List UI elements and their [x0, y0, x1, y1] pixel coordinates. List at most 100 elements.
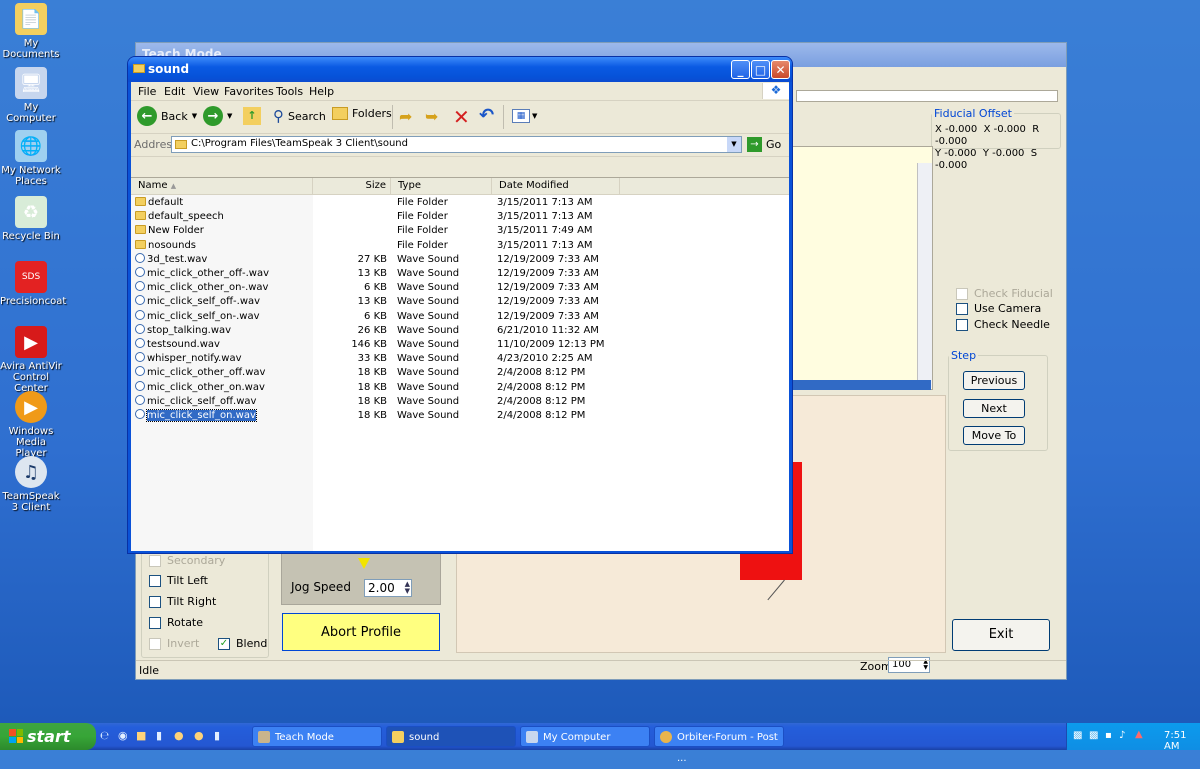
file-row[interactable]: mic_click_other_on-.wav 6 KB Wave Sound 12/…	[131, 281, 789, 295]
file-row[interactable]: default File Folder 3/15/2011 7:13 AM	[131, 196, 789, 210]
window-title: sound	[148, 62, 190, 76]
tray-icon[interactable]: ▩	[1089, 730, 1098, 741]
menu-help[interactable]: Help	[309, 85, 334, 98]
menu-edit[interactable]: Edit	[164, 85, 185, 98]
desktop-icon-label: Precisioncoat	[0, 296, 67, 307]
chevron-down-icon[interactable]: ▼	[532, 112, 537, 120]
file-row[interactable]: mic_click_other_on.wav 18 KB Wave Sound 2/4…	[131, 380, 789, 395]
tray-icon[interactable]: ▪	[1105, 730, 1112, 741]
task-my-computer[interactable]: My Computer	[520, 726, 650, 747]
move-to-icon[interactable]: ➦	[399, 107, 412, 126]
forward-button[interactable]: → ▼	[203, 106, 232, 126]
file-list[interactable]: Name ▲ Size Type Date Modified default Fi…	[131, 177, 789, 551]
copy-to-icon[interactable]: ➥	[425, 107, 438, 126]
rotate-checkbox[interactable]: Rotate	[149, 616, 203, 629]
task-orbiter-forum[interactable]: Orbiter-Forum - Post ...	[654, 726, 784, 764]
file-row[interactable]: mic_click_self_on.wav 18 KB Wave Sound 2/4/…	[131, 409, 789, 423]
tilt-left-checkbox[interactable]: Tilt Left	[149, 574, 208, 587]
desktop-icon-my-documents[interactable]: 📄 My Documents	[0, 3, 62, 60]
desktop-icon-teamspeak[interactable]: ♫ TeamSpeak 3 Client	[0, 456, 62, 513]
close-button[interactable]: ✕	[771, 60, 790, 79]
undo-icon[interactable]: ↶	[479, 105, 494, 126]
file-row[interactable]: mic_click_self_off-.wav 13 KB Wave Sound 12…	[131, 295, 789, 309]
file-row[interactable]: whisper_notify.wav 33 KB Wave Sound 4/23/20…	[131, 352, 789, 366]
maximize-button[interactable]: □	[751, 60, 770, 79]
previous-button[interactable]: Previous	[963, 371, 1025, 390]
search-label: Search	[288, 109, 326, 123]
column-header-modified[interactable]: Date Modified	[492, 178, 620, 194]
folders-button[interactable]: Folders	[332, 107, 392, 120]
file-row[interactable]: mic_click_other_off-.wav 13 KB Wave Sound 1…	[131, 267, 789, 281]
chevron-down-icon[interactable]: ▼	[192, 112, 197, 120]
explorer-title-bar[interactable]: sound _ □ ✕	[128, 57, 792, 82]
file-name: mic_click_other_on.wav	[135, 380, 265, 395]
chevron-down-icon[interactable]: ▼	[727, 137, 741, 152]
fiducial-offset-group: Fiducial Offset X -0.000 X -0.000 R -0.0…	[931, 107, 1061, 171]
check-needle-checkbox[interactable]: Check Needle	[956, 318, 1050, 331]
network-icon[interactable]: ▩	[1073, 730, 1082, 741]
menu-bar: File Edit View Favorites Tools Help ❖	[131, 82, 789, 101]
desktop-icon-avira[interactable]: ▶ Avira AntiVir Control Center	[0, 326, 62, 394]
column-header-type[interactable]: Type	[391, 178, 492, 194]
chrome-icon[interactable]: ●	[174, 729, 184, 742]
quicklaunch-icon[interactable]: ▮	[214, 729, 220, 742]
desktop-icon-recycle-bin[interactable]: ♻ Recycle Bin	[0, 196, 62, 242]
scrollbar[interactable]	[917, 163, 932, 388]
file-row[interactable]: testsound.wav 146 KB Wave Sound 11/10/2009 …	[131, 338, 789, 352]
desktop-icon-my-network-places[interactable]: 🌐 My Network Places	[0, 130, 62, 187]
next-button[interactable]: Next	[963, 399, 1025, 418]
address-input[interactable]: C:\Program Files\TeamSpeak 3 Client\soun…	[171, 136, 742, 153]
file-row[interactable]: New Folder File Folder 3/15/2011 7:49 AM	[131, 224, 789, 238]
search-icon: ⚲	[273, 107, 284, 125]
search-button[interactable]: ⚲ Search	[273, 107, 326, 125]
task-teach-mode[interactable]: Teach Mode	[252, 726, 382, 747]
spinner-arrows-icon[interactable]: ▲ ▼	[405, 581, 410, 595]
file-row[interactable]: 3d_test.wav 27 KB Wave Sound 12/19/2009 7:3…	[131, 252, 789, 267]
menu-view[interactable]: View	[193, 85, 219, 98]
quicklaunch-icon[interactable]: ■	[136, 729, 146, 742]
checkbox-label: Invert	[167, 637, 200, 650]
column-header-name[interactable]: Name ▲	[131, 178, 313, 194]
menu-file[interactable]: File	[138, 85, 156, 98]
move-to-button[interactable]: Move To	[963, 426, 1025, 445]
jog-speed-label: Jog Speed	[291, 580, 351, 594]
task-sound[interactable]: sound	[386, 726, 516, 747]
volume-icon[interactable]: ♪	[1119, 730, 1125, 741]
tilt-right-checkbox[interactable]: Tilt Right	[149, 595, 216, 608]
use-camera-checkbox[interactable]: Use Camera	[956, 302, 1041, 315]
jog-speed-input[interactable]: 2.00 ▲ ▼	[364, 579, 412, 597]
quicklaunch-icon[interactable]: ▮	[156, 729, 162, 742]
column-header-size[interactable]: Size	[313, 178, 391, 194]
minimize-button[interactable]: _	[731, 60, 750, 79]
file-name: 3d_test.wav	[135, 252, 207, 267]
jog-down-arrow-icon[interactable]	[358, 558, 370, 569]
file-modified: 12/19/2009 7:33 AM	[497, 268, 599, 279]
desktop-icon-windows-media-player[interactable]: ▶ Windows Media Player	[0, 391, 62, 459]
quicklaunch-icon[interactable]: ◉	[118, 729, 128, 742]
start-button[interactable]: start	[0, 723, 96, 750]
wave-file-icon	[135, 380, 145, 391]
go-button[interactable]: → Go	[747, 137, 781, 152]
back-button[interactable]: ← Back ▼	[137, 106, 197, 126]
file-row[interactable]: nosounds File Folder 3/15/2011 7:13 AM	[131, 239, 789, 253]
menu-tools[interactable]: Tools	[276, 85, 303, 98]
quicklaunch-icon[interactable]: ●	[194, 729, 204, 742]
chevron-down-icon[interactable]: ▼	[227, 112, 232, 120]
avira-icon[interactable]: ▲	[1135, 729, 1143, 740]
desktop-icon-precisioncoat[interactable]: SDS Precisioncoat	[0, 261, 67, 307]
blend-checkbox[interactable]: ✓ Blend	[218, 637, 267, 650]
file-row[interactable]: stop_talking.wav 26 KB Wave Sound 6/21/2010…	[131, 323, 789, 338]
views-icon[interactable]: ▦	[512, 109, 530, 123]
up-folder-button[interactable]: ↑	[243, 107, 261, 125]
abort-profile-button[interactable]: Abort Profile	[282, 613, 440, 651]
file-size: 33 KB	[357, 353, 387, 365]
delete-icon[interactable]: ✕	[453, 105, 470, 129]
file-row[interactable]: default_speech File Folder 3/15/2011 7:13 …	[131, 210, 789, 224]
file-row[interactable]: mic_click_self_off.wav 18 KB Wave Sound 2/4…	[131, 394, 789, 409]
menu-favorites[interactable]: Favorites	[224, 85, 274, 98]
file-row[interactable]: mic_click_self_on-.wav 6 KB Wave Sound 12/1…	[131, 309, 789, 324]
file-row[interactable]: mic_click_other_off.wav 18 KB Wave Sound 2/…	[131, 366, 789, 380]
ie-icon[interactable]: ℮	[100, 729, 109, 742]
desktop-icon-my-computer[interactable]: 🖥 My Computer	[0, 67, 62, 124]
exit-button[interactable]: Exit	[952, 619, 1050, 651]
